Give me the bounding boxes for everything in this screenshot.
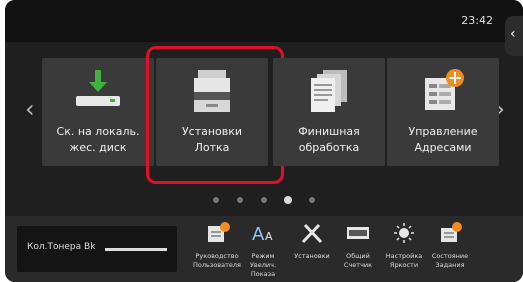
toner-level-bar xyxy=(105,248,167,251)
selection-highlight xyxy=(146,46,284,184)
manual-icon xyxy=(208,222,230,242)
job-status-button[interactable]: Состояние Задания xyxy=(426,222,474,270)
settings-button[interactable]: Установки xyxy=(288,222,336,261)
tools-icon xyxy=(301,223,323,244)
tile-finishing[interactable]: Финишная обработка xyxy=(273,58,385,166)
address-book-add-icon xyxy=(425,69,464,110)
brightness-icon xyxy=(394,223,414,243)
side-tab-button[interactable]: ‹ xyxy=(505,16,523,56)
clock: 23:42 xyxy=(461,14,493,27)
page-dot[interactable] xyxy=(261,197,267,203)
total-counter-button[interactable]: Общий Счетчик xyxy=(334,222,382,270)
tile-scan-to-hdd[interactable]: Ск. на локаль. жес. диск xyxy=(42,58,154,166)
toner-level-panel: Кол.Тонера Bk xyxy=(17,226,177,272)
tile-label-line2: Адресами xyxy=(414,141,472,154)
brightness-button[interactable]: Настройка Яркости xyxy=(380,222,428,270)
page-dot[interactable] xyxy=(309,197,315,203)
tile-label-line2: обработка xyxy=(298,141,360,154)
tile-label-line1: Финишная xyxy=(298,125,360,138)
bottom-toolbar: Кол.Тонера Bk Руководство Пользователя A… xyxy=(5,216,523,282)
svg-text:A: A xyxy=(252,224,265,244)
enlarge-display-button[interactable]: A A Режим Увелич. Показа xyxy=(239,222,287,279)
touch-panel: 23:42 ‹ ‹ › Ск. на локаль. жес. диск Уст… xyxy=(5,0,523,282)
page-dot[interactable] xyxy=(213,197,219,203)
page-dot-active[interactable] xyxy=(284,196,292,204)
font-size-icon: A A xyxy=(252,224,273,245)
status-bar: 23:42 xyxy=(5,0,523,42)
download-to-hdd-icon xyxy=(76,70,120,106)
job-status-icon xyxy=(441,222,462,242)
toner-label: Кол.Тонера Bk xyxy=(27,242,96,252)
chevron-left-icon: ‹ xyxy=(510,26,516,42)
tile-label-line1: Ск. на локаль. xyxy=(56,125,140,138)
page-dot[interactable] xyxy=(237,197,243,203)
previous-page-button[interactable]: ‹ xyxy=(25,95,35,123)
tile-label-line2: жес. диск xyxy=(69,141,127,154)
user-manual-button[interactable]: Руководство Пользователя xyxy=(193,222,241,270)
counter-icon xyxy=(347,227,369,239)
svg-text:A: A xyxy=(265,230,273,243)
tile-address-management[interactable]: Управление Адресами xyxy=(387,58,499,166)
tile-label-line1: Управление xyxy=(408,125,478,138)
document-stack-icon xyxy=(311,70,347,112)
